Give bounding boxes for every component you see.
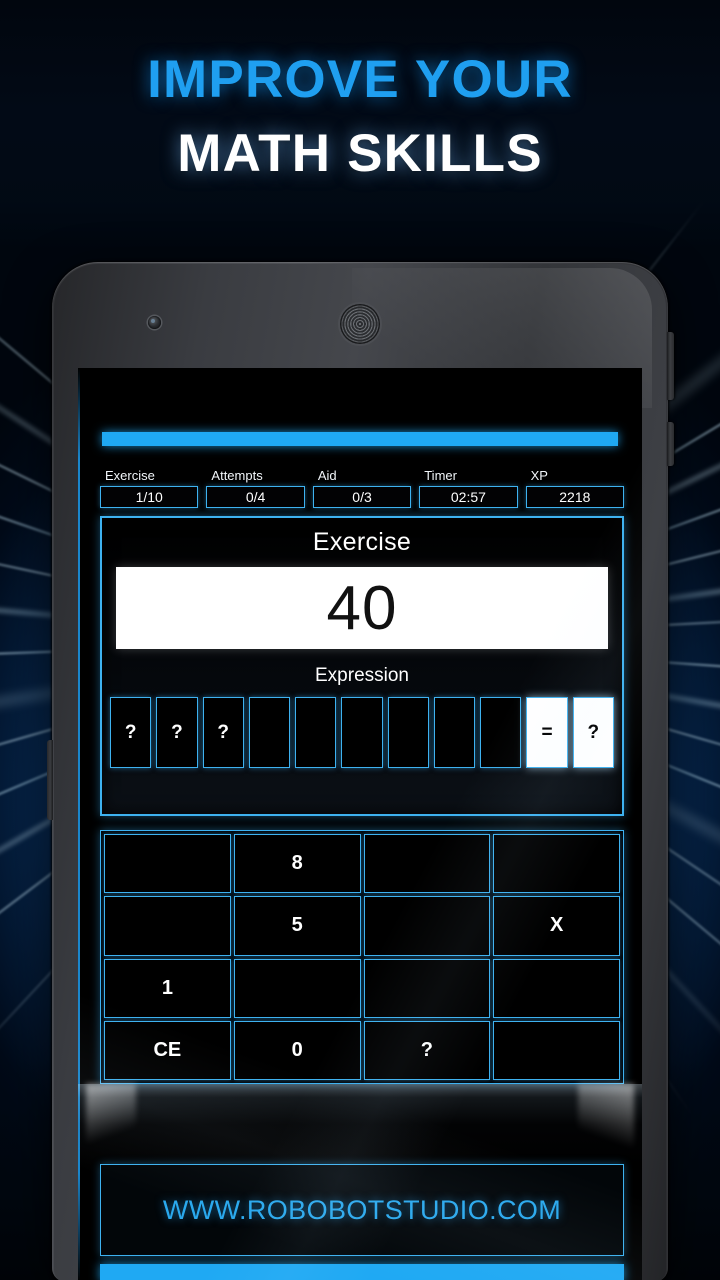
keypad-key-blank[interactable] [363, 958, 491, 1018]
keypad-key-blank[interactable] [493, 834, 620, 894]
keypad-key-0[interactable]: 0 [233, 1020, 361, 1080]
power-button[interactable] [667, 332, 674, 400]
keypad-key-?[interactable]: ? [363, 1020, 491, 1080]
status-item-timer: Timer 02:57 [419, 468, 518, 508]
keypad-key-ce[interactable]: CE [104, 1020, 231, 1080]
camera-icon [148, 316, 161, 329]
expression-slot[interactable] [433, 697, 476, 768]
keypad-key-1[interactable]: 1 [104, 958, 231, 1018]
keypad-key-blank[interactable] [104, 834, 231, 894]
status-label: Exercise [105, 468, 155, 483]
keypad-key-x[interactable]: X [493, 896, 620, 956]
top-accent-bar [102, 432, 618, 446]
status-label: XP [530, 468, 548, 483]
volume-button[interactable] [667, 422, 674, 466]
expression-slot[interactable] [480, 697, 522, 768]
status-item-aid: Aid 0/3 [312, 468, 412, 508]
left-side-button[interactable] [47, 740, 53, 820]
keypad-key-blank[interactable] [363, 896, 491, 956]
expression-slot[interactable] [248, 697, 291, 768]
promo-headline: IMPROVE YOUR MATH SKILLS [0, 52, 720, 181]
footer-url-box[interactable]: WWW.ROBOBOTSTUDIO.COM [100, 1164, 624, 1256]
status-item-xp: XP 2218 [525, 468, 625, 508]
status-item-exercise: Exercise 1/10 [100, 468, 199, 508]
answer-display: 40 [116, 567, 608, 649]
status-row: Exercise 1/10 Attempts 0/4 Aid 0/3 Timer 02:57 X… [100, 468, 625, 508]
status-label: Timer [424, 468, 457, 483]
expression-slot[interactable]: ? [202, 697, 244, 768]
keypad-key-blank[interactable] [493, 958, 620, 1018]
expression-slot[interactable]: ? [572, 697, 614, 768]
expression-slot[interactable]: ? [110, 697, 152, 768]
expression-slot[interactable]: = [526, 697, 568, 768]
keypad-key-blank[interactable] [104, 896, 231, 956]
status-value: 0/3 [312, 486, 412, 508]
status-value: 0/4 [206, 486, 305, 508]
keypad-key-5[interactable]: 5 [233, 896, 361, 956]
status-label: Aid [317, 468, 337, 483]
status-item-attempts: Attempts 0/4 [206, 468, 305, 508]
footer-url-text: WWW.ROBOBOTSTUDIO.COM [162, 1194, 562, 1225]
app-ui: Exercise 1/10 Attempts 0/4 Aid 0/3 Timer 02:57 X… [78, 368, 642, 1280]
keypad-key-blank[interactable] [233, 958, 361, 1018]
keypad-key-blank[interactable] [363, 834, 491, 894]
phone-mockup: Exercise 1/10 Attempts 0/4 Aid 0/3 Timer 02:57 X… [47, 262, 674, 1280]
expression-slot-row: ??? =? [102, 697, 622, 768]
bottom-accent-bar [100, 1264, 624, 1280]
keypad[interactable]: 8 5 X 1 CE 0? [100, 830, 624, 1084]
expression-slot[interactable]: ? [156, 697, 198, 768]
headline-line-2: MATH SKILLS [177, 123, 543, 183]
phone-screen: Exercise 1/10 Attempts 0/4 Aid 0/3 Timer 02:57 X… [78, 368, 642, 1280]
speaker-grille-icon [340, 304, 380, 344]
exercise-title: Exercise [312, 528, 412, 556]
status-label: Attempts [211, 468, 263, 483]
status-value: 2218 [525, 486, 625, 508]
headline-line-1: IMPROVE YOUR [147, 50, 573, 109]
exercise-panel: Exercise 40 Expression ??? =? [100, 516, 624, 816]
expression-title: Expression [315, 665, 409, 686]
expression-slot[interactable] [295, 697, 337, 768]
screen-reflection [78, 1084, 642, 1168]
status-value: 02:57 [419, 486, 518, 508]
expression-slot[interactable] [341, 697, 383, 768]
keypad-key-8[interactable]: 8 [233, 834, 361, 894]
expression-slot[interactable] [387, 697, 429, 768]
status-value: 1/10 [100, 486, 199, 508]
keypad-key-blank[interactable] [493, 1020, 620, 1080]
